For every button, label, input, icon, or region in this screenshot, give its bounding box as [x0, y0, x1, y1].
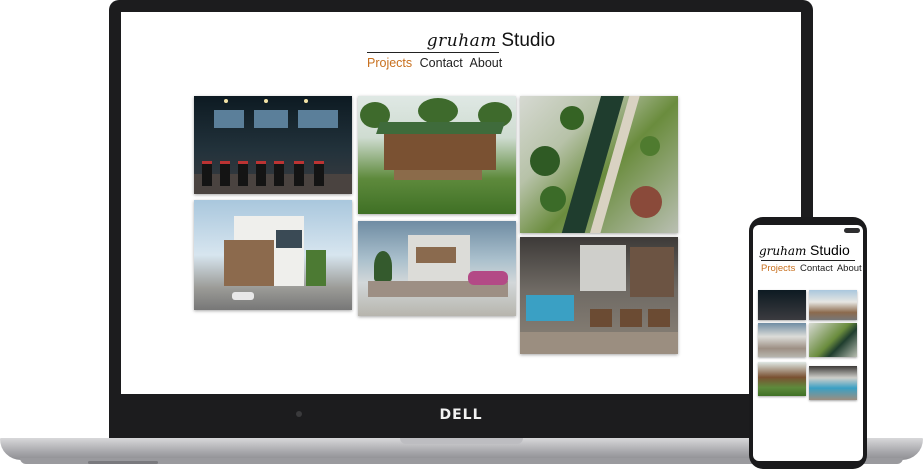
site-header: gruham Studio [361, 30, 621, 52]
car [232, 292, 254, 300]
shrub [630, 186, 662, 218]
cafe-interior-thumbnail[interactable] [520, 237, 678, 354]
logo-studio[interactable]: Studio [501, 30, 555, 51]
green-wall [306, 250, 326, 286]
cafe-floor [520, 332, 678, 354]
phone-cafe-thumbnail[interactable] [809, 366, 857, 400]
logo-underline [367, 52, 499, 53]
treadmill [314, 161, 324, 186]
gym-floor [194, 174, 352, 194]
pavilion-roof [376, 122, 505, 134]
treadmill [294, 161, 304, 186]
villa-render-thumbnail[interactable] [194, 200, 352, 310]
villa-exterior-thumbnail[interactable] [358, 221, 516, 316]
shrub [560, 106, 584, 130]
wall-mural [580, 245, 626, 291]
site-nav: Projects Contact About [367, 56, 506, 70]
phone-gym-thumbnail[interactable] [758, 290, 806, 320]
villa-glazing [276, 230, 302, 248]
treadmill [238, 161, 248, 186]
phone-villa-thumbnail[interactable] [809, 290, 857, 320]
ceiling-light [304, 99, 308, 103]
pavilion-deck [394, 170, 482, 180]
device-mockup: DELL gruham Studio Projects Contact Abou… [0, 0, 923, 471]
lid-notch [400, 438, 523, 444]
nav-projects[interactable]: Projects [367, 56, 412, 70]
table [648, 309, 670, 327]
shrub [640, 136, 660, 156]
nav-about[interactable]: About [470, 56, 503, 70]
speaker-vent [88, 461, 158, 464]
gym-window [214, 110, 244, 128]
shelf [630, 247, 674, 297]
gym-window [298, 110, 338, 128]
gym-interior-thumbnail[interactable] [194, 96, 352, 194]
phone-screen: gruham Studio Projects Contact About [753, 225, 863, 461]
tree [418, 98, 458, 124]
phone-nav-contact[interactable]: Contact [800, 263, 833, 274]
treadmill [220, 161, 230, 186]
phone-logo-underline [761, 260, 855, 261]
gym-window [254, 110, 288, 128]
phone-villa-exterior-thumbnail[interactable] [758, 323, 806, 357]
phone-landscape-thumbnail[interactable] [809, 323, 857, 357]
villa-lower-block [224, 240, 274, 286]
wood-cladding [416, 247, 456, 263]
ceiling-light [264, 99, 268, 103]
brand-logo: DELL [439, 407, 483, 423]
phone-logo-script[interactable]: gruham [759, 244, 806, 258]
phone-camera [844, 228, 860, 233]
flower-bed [468, 271, 508, 285]
laptop-screen: gruham Studio Projects Contact About [121, 12, 801, 394]
palm-tree [374, 251, 392, 281]
phone-site-header: gruham Studio [759, 242, 859, 258]
shrub [530, 146, 560, 176]
pavilion-body [384, 134, 496, 170]
webcam [296, 411, 302, 417]
ceiling-light [224, 99, 228, 103]
treadmill [274, 161, 284, 186]
landscape-aerial-thumbnail[interactable] [520, 96, 678, 233]
table [590, 309, 612, 327]
phone-nav-about[interactable]: About [837, 263, 862, 274]
sofa [526, 295, 574, 321]
phone-site-nav: Projects Contact About [761, 263, 863, 274]
phone-nav-projects[interactable]: Projects [761, 263, 795, 274]
nav-contact[interactable]: Contact [420, 56, 463, 70]
table [620, 309, 642, 327]
phone-logo-studio[interactable]: Studio [810, 242, 850, 258]
shrub [540, 186, 566, 212]
treadmill [202, 161, 212, 186]
pavilion-render-thumbnail[interactable] [358, 96, 516, 214]
treadmill [256, 161, 266, 186]
phone-pavilion-thumbnail[interactable] [758, 362, 806, 396]
logo-script[interactable]: gruham [427, 31, 497, 51]
